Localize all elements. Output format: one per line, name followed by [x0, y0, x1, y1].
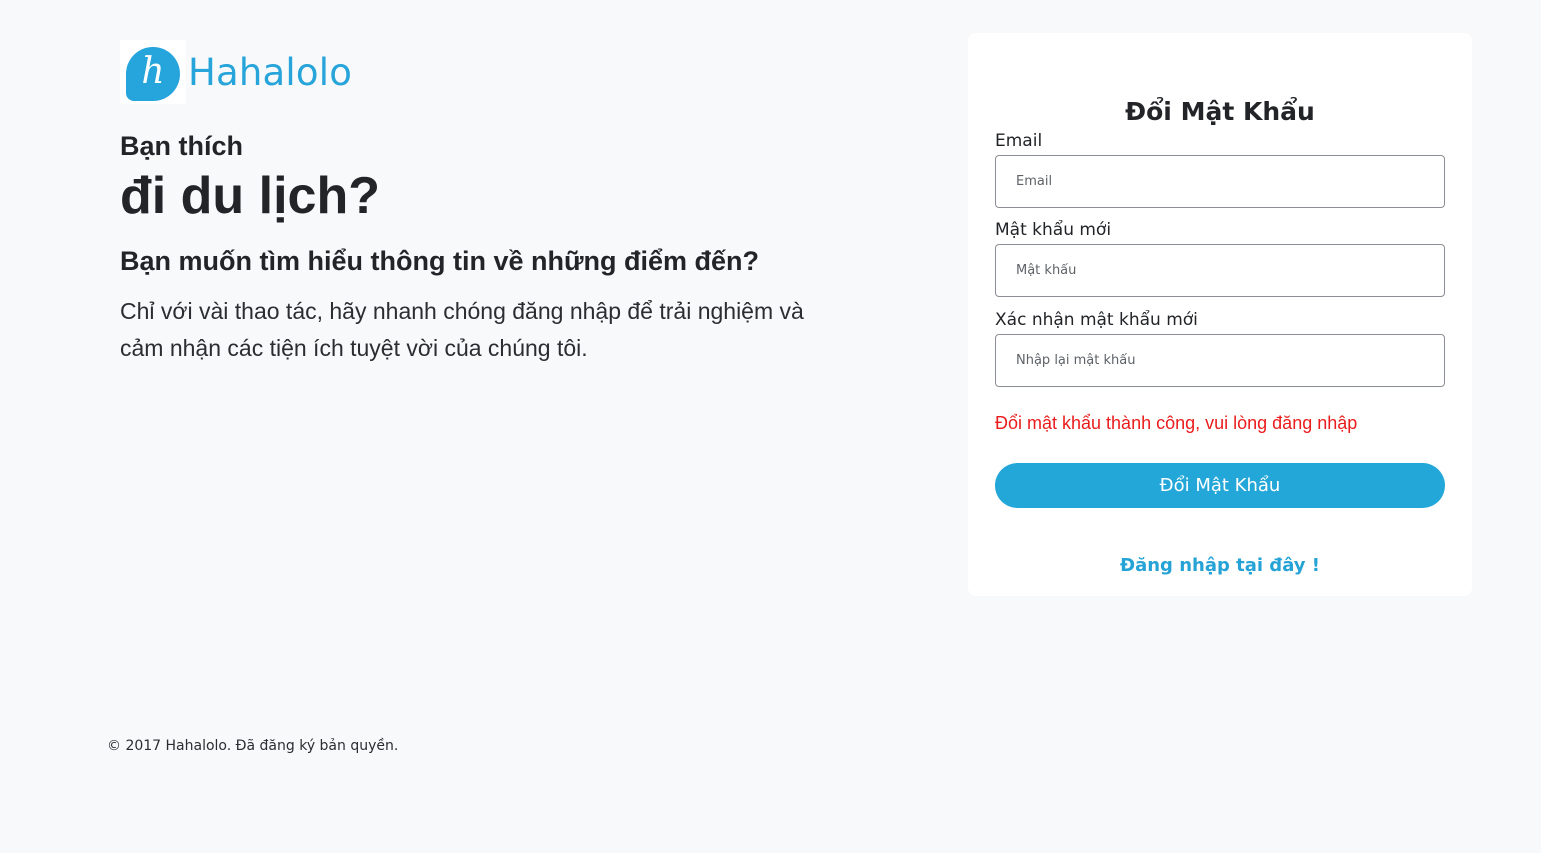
brand-name: Hahalolo [188, 50, 353, 94]
change-password-button[interactable]: Đổi Mật Khẩu [995, 463, 1445, 508]
hero-subtitle: Bạn muốn tìm hiểu thông tin về những điể… [120, 246, 760, 276]
status-message: Đổi mật khẩu thành công, vui lòng đăng n… [995, 413, 1358, 433]
hero-line-2: đi du lịch? [120, 167, 380, 225]
login-link[interactable]: Đăng nhập tại đây ! [968, 555, 1472, 576]
footer-copyright: © 2017 Hahalolo. Đã đăng ký bản quyền. [107, 738, 399, 754]
change-password-card: Đổi Mật Khẩu Email Mật khẩu mới Xác nhận… [968, 33, 1472, 596]
hahalolo-logo-icon: h [126, 47, 180, 101]
new-password-field[interactable] [995, 244, 1445, 297]
new-password-label: Mật khẩu mới [995, 220, 1112, 240]
brand-logo[interactable]: h Hahalolo [120, 40, 352, 104]
hero-line-1: Bạn thích [120, 131, 244, 161]
email-field[interactable] [995, 155, 1445, 208]
hero-description: Chỉ với vài thao tác, hãy nhanh chóng đă… [120, 298, 804, 361]
form-title: Đổi Mật Khẩu [1125, 97, 1315, 126]
confirm-password-field[interactable] [995, 334, 1445, 387]
email-label: Email [995, 131, 1043, 151]
confirm-password-label: Xác nhận mật khẩu mới [995, 310, 1198, 330]
logo-letter: h [141, 51, 165, 92]
logo-icon-box: h [120, 40, 186, 104]
change-password-page: h Hahalolo Bạn thích đi du lịch? Bạn muố… [0, 0, 1541, 853]
